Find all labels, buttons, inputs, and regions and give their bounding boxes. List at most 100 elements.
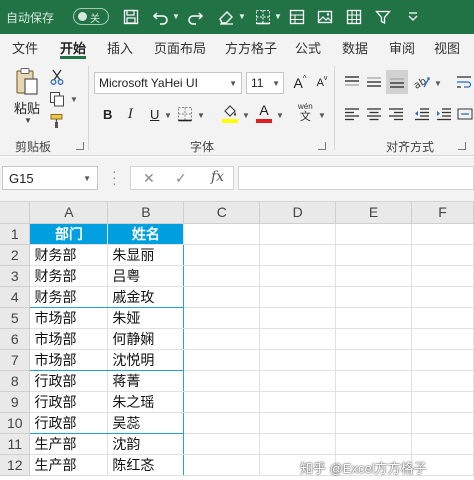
tab-home[interactable]: 开始 (60, 38, 86, 57)
cell[interactable] (411, 265, 474, 287)
italic-button[interactable]: I (128, 104, 133, 124)
row-header[interactable]: 4 (0, 286, 31, 308)
cell[interactable] (183, 223, 261, 245)
cell[interactable] (183, 265, 261, 287)
cell[interactable] (335, 349, 413, 371)
paste-icon[interactable] (12, 66, 42, 98)
decrease-indent-icon[interactable] (412, 104, 432, 124)
font-color-button[interactable]: A (254, 102, 274, 124)
cell[interactable] (411, 286, 474, 308)
tab-view[interactable]: 视图 (434, 38, 460, 57)
row-header[interactable]: 8 (0, 370, 31, 392)
copy-icon[interactable] (48, 90, 66, 108)
cell[interactable] (335, 391, 413, 413)
cell-name[interactable]: 吕粤 (107, 265, 185, 287)
underline-dropdown-caret[interactable]: ▼ (164, 111, 172, 120)
cell[interactable] (259, 307, 337, 329)
eraser-dropdown-caret[interactable]: ▼ (238, 12, 246, 21)
clipboard-dialog-launcher[interactable] (76, 142, 84, 150)
cancel-icon[interactable]: ✕ (143, 170, 155, 187)
tab-formulas[interactable]: 公式 (295, 38, 321, 57)
wrap-text-icon[interactable] (454, 72, 474, 92)
increase-indent-icon[interactable] (434, 104, 454, 124)
format-painter-icon[interactable] (48, 112, 66, 130)
paste-button[interactable]: 粘贴 (14, 98, 40, 117)
cut-icon[interactable] (48, 68, 66, 86)
phonetic-dropdown-caret[interactable]: ▼ (318, 111, 326, 120)
image-icon[interactable] (314, 6, 336, 28)
cell[interactable] (411, 433, 474, 455)
font-color-dropdown-caret[interactable]: ▼ (276, 111, 284, 120)
borders-dropdown-caret[interactable]: ▼ (274, 12, 282, 21)
cell-name[interactable]: 沈悦明 (107, 349, 185, 371)
tab-review[interactable]: 审阅 (389, 38, 415, 57)
tab-fangfang-gezi[interactable]: 方方格子 (225, 38, 277, 57)
fill-color-dropdown-caret[interactable]: ▼ (242, 111, 250, 120)
cell[interactable] (183, 433, 261, 455)
cell[interactable] (411, 223, 474, 245)
column-header-e[interactable]: E (335, 202, 413, 224)
cell-department[interactable]: 行政部 (29, 412, 109, 434)
cell[interactable] (335, 412, 413, 434)
cell-department[interactable]: 市场部 (29, 307, 109, 329)
font-size-select[interactable]: 11 ▼ (246, 72, 284, 94)
cell-name[interactable]: 何静娴 (107, 328, 185, 350)
borders-icon[interactable] (252, 6, 274, 28)
column-header-f[interactable]: F (411, 202, 474, 224)
cell-department[interactable]: 财务部 (29, 244, 109, 266)
cell-department[interactable]: 行政部 (29, 370, 109, 392)
table-icon[interactable] (286, 6, 308, 28)
select-all-corner[interactable] (0, 202, 31, 224)
cell-name[interactable]: 蒋菁 (107, 370, 185, 392)
row-header[interactable]: 2 (0, 244, 31, 266)
shrink-font-button[interactable]: Av (312, 72, 332, 94)
column-header-b[interactable]: B (107, 202, 185, 224)
row-header[interactable]: 6 (0, 328, 31, 350)
cell-department[interactable]: 市场部 (29, 349, 109, 371)
cell[interactable] (335, 328, 413, 350)
font-dialog-launcher[interactable] (318, 142, 326, 150)
cell[interactable] (183, 328, 261, 350)
border-icon[interactable] (176, 104, 194, 124)
cell-department[interactable]: 生产部 (29, 454, 109, 476)
cell[interactable] (411, 412, 474, 434)
undo-dropdown-caret[interactable]: ▼ (172, 12, 180, 21)
cell-name[interactable]: 戚金玫 (107, 286, 185, 308)
border-dropdown-caret[interactable]: ▼ (197, 111, 205, 120)
cell-name[interactable]: 吴蕊 (107, 412, 185, 434)
cell-name[interactable]: 朱之瑶 (107, 391, 185, 413)
cell-department[interactable]: 行政部 (29, 391, 109, 413)
cell-name[interactable]: 朱娅 (107, 307, 185, 329)
paste-dropdown-caret[interactable]: ▼ (24, 116, 32, 125)
resize-handle-icon[interactable]: · · · (112, 164, 117, 190)
cell[interactable] (259, 328, 337, 350)
grid-icon[interactable] (343, 6, 365, 28)
row-header[interactable]: 7 (0, 349, 31, 371)
column-header-c[interactable]: C (183, 202, 261, 224)
column-header-a[interactable]: A (29, 202, 109, 224)
cell[interactable] (335, 307, 413, 329)
cell[interactable] (335, 286, 413, 308)
cell[interactable] (411, 391, 474, 413)
column-header-d[interactable]: D (259, 202, 337, 224)
bold-button[interactable]: B (103, 104, 112, 124)
merge-center-icon[interactable] (456, 104, 474, 124)
cell[interactable] (259, 265, 337, 287)
tab-page-layout[interactable]: 页面布局 (154, 38, 206, 57)
cell[interactable] (259, 286, 337, 308)
cell[interactable] (259, 349, 337, 371)
cell[interactable] (259, 433, 337, 455)
orientation-icon[interactable]: ab (412, 72, 432, 92)
fill-color-icon[interactable] (220, 102, 240, 124)
align-middle-icon[interactable] (364, 72, 384, 92)
formula-input[interactable] (238, 166, 474, 190)
cell[interactable] (183, 454, 261, 476)
cell[interactable] (335, 433, 413, 455)
cell-department[interactable]: 财务部 (29, 286, 109, 308)
cell-name[interactable]: 陈红忞 (107, 454, 185, 476)
cell[interactable] (335, 244, 413, 266)
cell[interactable] (259, 412, 337, 434)
cell[interactable] (183, 244, 261, 266)
align-top-icon[interactable] (342, 72, 362, 92)
row-header[interactable]: 12 (0, 454, 31, 476)
